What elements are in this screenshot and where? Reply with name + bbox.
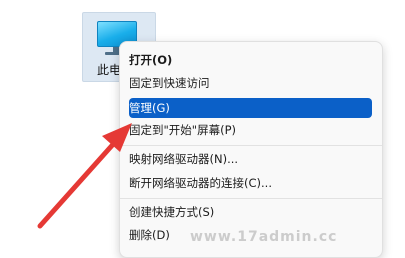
- red-arrow-annotation: [37, 123, 132, 229]
